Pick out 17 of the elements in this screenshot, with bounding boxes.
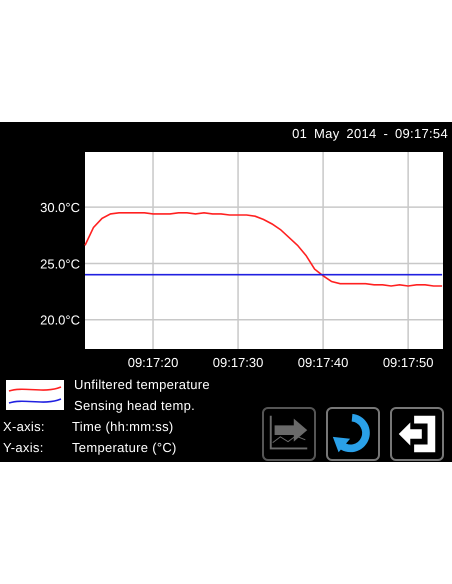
x-tick-label: 09:17:20: [128, 355, 178, 370]
axis-label: Y-axis:: [3, 439, 45, 457]
legend-label: Sensing head temp.: [74, 397, 196, 415]
legend-icon: [6, 380, 64, 410]
x-tick-label: 09:17:40: [298, 355, 348, 370]
axis-description: Temperature (°C): [72, 439, 177, 457]
legend-label: Unfiltered temperature: [74, 376, 210, 394]
axis-description: Time (hh:mm:ss): [72, 418, 174, 436]
x-tick-label: 09:17:30: [212, 355, 264, 370]
y-tick-label: 25.0°C: [40, 256, 80, 272]
y-tick-label: 20.0°C: [40, 312, 80, 328]
y-tick-label: 30.0°C: [40, 200, 80, 216]
x-tick-label: 09:17:50: [382, 355, 434, 370]
refresh-button[interactable]: [326, 407, 380, 461]
date-time: 01 May 2014 - 09:17:54: [292, 126, 448, 141]
exit-button[interactable]: [390, 407, 444, 461]
axis-label: X-axis:: [3, 418, 46, 436]
